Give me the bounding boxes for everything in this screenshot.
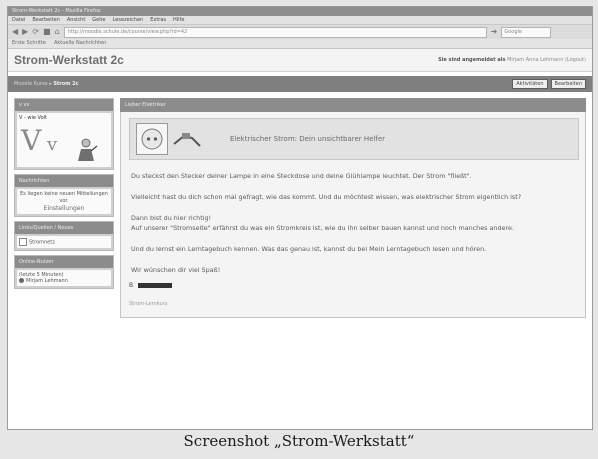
site-header: Strom-Werkstatt 2c Sie sind angemeldet a… bbox=[8, 49, 592, 72]
menu-item-datei[interactable]: Datei bbox=[12, 16, 25, 24]
search-input[interactable]: Google bbox=[501, 26, 552, 38]
menu-item-hilfe[interactable]: Hilfe bbox=[173, 16, 184, 24]
screenshot-frame: Strom-Werkstatt 2c - Mozilla Firefox Dat… bbox=[7, 6, 593, 430]
navigation-toolbar: ◀ ▶ ⟳ ■ ⌂ http://moodle.schule.de/course… bbox=[8, 24, 592, 39]
home-icon[interactable]: ⌂ bbox=[55, 27, 60, 37]
block-title: Links/Quellen / Neues bbox=[15, 222, 113, 234]
logout-link[interactable]: (Logout) bbox=[565, 57, 586, 63]
diary-paragraph: Und du lernst ein Lerntagebuch kennen. W… bbox=[131, 245, 487, 253]
reload-icon[interactable]: ⟳ bbox=[32, 27, 39, 37]
login-user-link[interactable]: Mirjam Anna Lehmann bbox=[507, 57, 563, 63]
breadcrumb-buttons: Aktivitäten Bearbeiten bbox=[512, 79, 586, 89]
banner-title: Elektrischer Strom: Dein unsichtbarer He… bbox=[230, 135, 386, 143]
online-user-link[interactable]: Mirjam Lehmann bbox=[26, 278, 68, 284]
question-paragraph: Vielleicht hast du dich schon mal gefrag… bbox=[131, 193, 522, 201]
welcome-paragraph: Dann bist du hier richtig! Auf unserer "… bbox=[131, 213, 579, 233]
power-socket-icon bbox=[136, 123, 168, 155]
small-v-letter: v bbox=[47, 134, 58, 155]
vv-block: v vv V - wie Volt V v bbox=[14, 98, 114, 170]
window-title: Strom-Werkstatt 2c - Mozilla Firefox bbox=[8, 7, 592, 16]
page-body: v vv V - wie Volt V v Nachrichten Es lie… bbox=[8, 98, 592, 318]
online-body: (letzte 5 Minuten) Mirjam Lehmann bbox=[17, 270, 111, 286]
site-title[interactable]: Strom-Werkstatt 2c bbox=[14, 53, 124, 67]
menu-item-bearbeiten[interactable]: Bearbeiten bbox=[32, 16, 59, 24]
breadcrumb: Moodle Kurse ▸ Strom 2c Aktivitäten Bear… bbox=[8, 76, 592, 92]
bookmarks-toolbar: Erste Schritte Aktuelle Nachrichten bbox=[8, 39, 592, 49]
login-prefix: Sie sind angemeldet als bbox=[438, 57, 506, 63]
electrician-figure-icon bbox=[78, 138, 98, 161]
sidebar: v vv V - wie Volt V v Nachrichten Es lie… bbox=[14, 98, 114, 318]
block-title: Online-Nutzer bbox=[15, 256, 113, 268]
breadcrumb-trail: Moodle Kurse ▸ Strom 2c bbox=[14, 81, 79, 87]
checkbox-icon[interactable] bbox=[19, 238, 27, 246]
menu-bar: Datei Bearbeiten Ansicht Gehe Lesezeiche… bbox=[8, 16, 592, 24]
breadcrumb-current: Strom 2c bbox=[53, 81, 79, 87]
breadcrumb-separator: ▸ bbox=[49, 81, 52, 87]
address-bar[interactable]: http://moodle.schule.de/course/view.php?… bbox=[63, 26, 487, 38]
wish-paragraph: Wir wünschen dir viel Spaß! bbox=[131, 266, 221, 274]
vv-caption: V - wie Volt bbox=[19, 115, 47, 121]
online-users-block: Online-Nutzer (letzte 5 Minuten) Mirjam … bbox=[14, 255, 114, 289]
panel-title: Lieber Elektriker bbox=[120, 98, 586, 112]
bookmark-item[interactable]: Aktuelle Nachrichten bbox=[54, 39, 106, 48]
big-v-letter: V bbox=[21, 124, 42, 157]
page-footnote: Strom-Lernkurs bbox=[129, 301, 168, 307]
user-status-icon bbox=[19, 278, 24, 283]
figure-caption: Screenshot „Strom-Werkstatt“ bbox=[183, 432, 415, 450]
menu-item-extras[interactable]: Extras bbox=[150, 16, 166, 24]
go-icon[interactable]: ➜ bbox=[491, 27, 498, 37]
edit-button[interactable]: Bearbeiten bbox=[550, 79, 586, 89]
news-block: Nachrichten Es liegen keine neuen Mittei… bbox=[14, 174, 114, 217]
plug-hand-icon bbox=[173, 133, 201, 147]
menu-item-lesezeichen[interactable]: Lesezeichen bbox=[113, 16, 144, 24]
links-body: Stromnetz bbox=[17, 236, 111, 248]
link-item[interactable]: Stromnetz bbox=[29, 240, 55, 246]
welcome-text: Dann bist du hier richtig! Auf unserer "… bbox=[131, 214, 514, 232]
intro-paragraph: Du steckst den Stecker deiner Lampe in e… bbox=[131, 172, 472, 180]
block-title: v vv bbox=[15, 99, 113, 111]
signature: B bbox=[129, 282, 579, 289]
menu-item-gehe[interactable]: Gehe bbox=[92, 16, 105, 24]
topic-banner: Elektrischer Strom: Dein unsichtbarer He… bbox=[129, 118, 579, 160]
breadcrumb-home[interactable]: Moodle Kurse bbox=[14, 81, 48, 87]
content-panel: Elektrischer Strom: Dein unsichtbarer He… bbox=[120, 112, 586, 318]
back-icon[interactable]: ◀ bbox=[12, 27, 18, 37]
forward-icon[interactable]: ▶ bbox=[22, 27, 28, 37]
vv-logo: V - wie Volt V v bbox=[17, 113, 111, 167]
signature-prefix: B bbox=[129, 282, 134, 289]
block-title: Nachrichten bbox=[15, 175, 113, 187]
news-body: Es liegen keine neuen Mitteilungen vor. … bbox=[17, 189, 111, 214]
bookmark-item[interactable]: Erste Schritte bbox=[12, 39, 46, 48]
main-content: Lieber Elektriker Elektrischer Strom: De… bbox=[120, 98, 586, 318]
redacted-signature bbox=[138, 283, 173, 288]
login-info: Sie sind angemeldet als Mirjam Anna Lehm… bbox=[438, 57, 586, 63]
stop-icon[interactable]: ■ bbox=[43, 27, 51, 37]
links-block: Links/Quellen / Neues Stromnetz bbox=[14, 221, 114, 251]
news-settings-link[interactable]: Einstellungen bbox=[19, 205, 109, 212]
activities-button[interactable]: Aktivitäten bbox=[512, 79, 548, 89]
menu-item-ansicht[interactable]: Ansicht bbox=[67, 16, 85, 24]
news-text: Es liegen keine neuen Mitteilungen vor. bbox=[20, 191, 108, 204]
